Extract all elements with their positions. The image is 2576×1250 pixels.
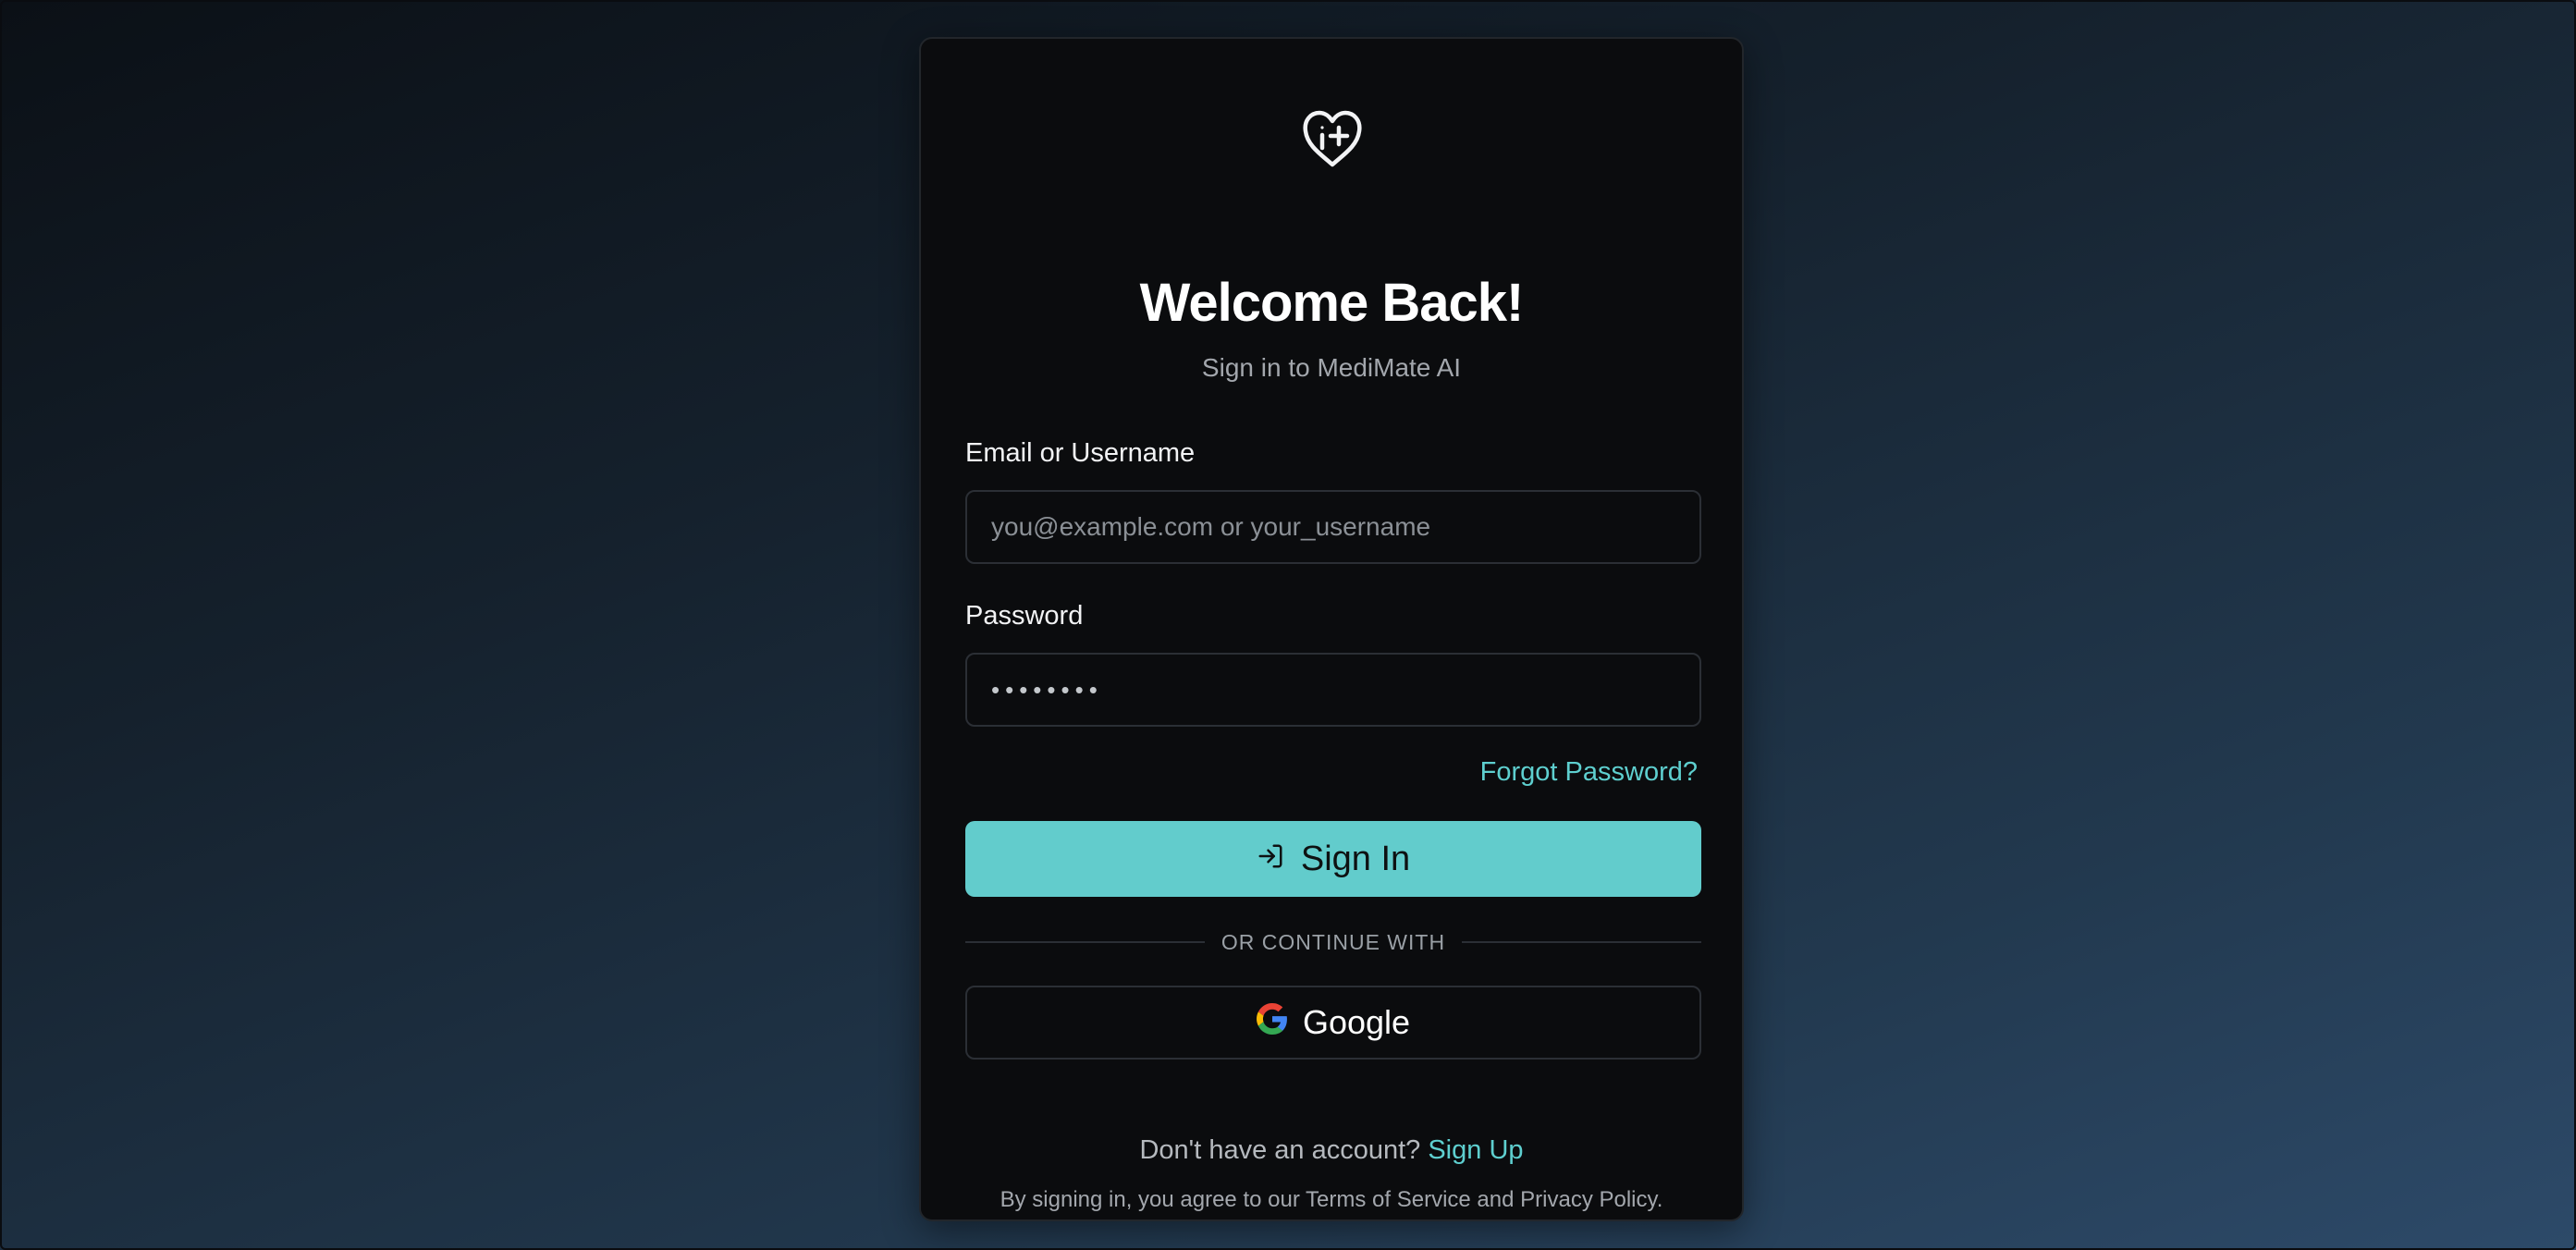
- divider-text: OR CONTINUE WITH: [1221, 929, 1446, 954]
- divider-line-left: [965, 941, 1205, 943]
- password-label: Password: [965, 601, 1084, 631]
- google-sign-in-button[interactable]: Google: [965, 986, 1701, 1060]
- password-input[interactable]: ••••••••: [965, 653, 1701, 727]
- sign-in-arrow-icon: [1257, 839, 1284, 879]
- sign-in-label: Sign In: [1300, 839, 1411, 878]
- password-value: ••••••••: [991, 675, 1103, 704]
- page-title: Welcome Back!: [1139, 273, 1525, 333]
- heart-medical-info-icon: [1300, 106, 1365, 171]
- google-g-icon: [1256, 1002, 1288, 1043]
- no-account-text: Don't have an account?: [1139, 1135, 1421, 1165]
- signup-prompt: Don't have an account? Sign Up: [921, 1135, 1742, 1166]
- divider: OR CONTINUE WITH: [965, 926, 1701, 958]
- sign-in-button[interactable]: Sign In: [965, 821, 1701, 897]
- page-subtitle: Sign in to MediMate AI: [1201, 353, 1462, 382]
- terms-notice: By signing in, you agree to our Terms of…: [1000, 1187, 1663, 1212]
- google-label: Google: [1302, 1003, 1411, 1041]
- login-card: Welcome Back! Sign in to MediMate AI Ema…: [919, 37, 1744, 1221]
- divider-line-right: [1462, 941, 1701, 943]
- forgot-password-link[interactable]: Forgot Password?: [1480, 757, 1698, 788]
- email-label: Email or Username: [965, 438, 1196, 468]
- sign-up-link[interactable]: Sign Up: [1428, 1135, 1523, 1165]
- email-input[interactable]: [965, 490, 1701, 564]
